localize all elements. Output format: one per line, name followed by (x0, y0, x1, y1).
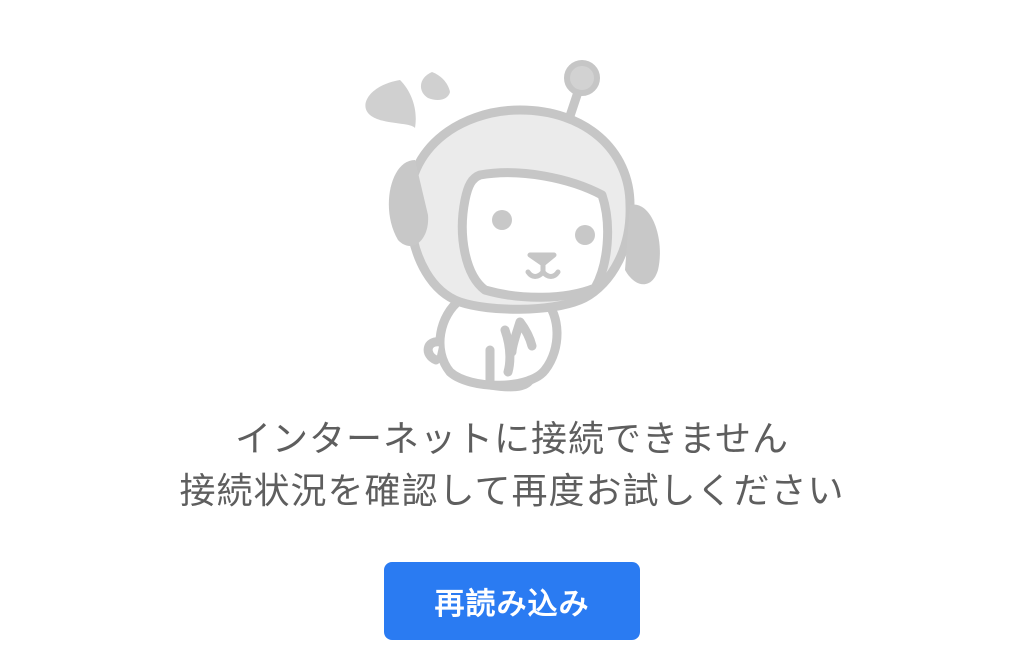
reload-button[interactable]: 再読み込み (384, 562, 640, 640)
error-message-secondary: 接続状況を確認して再度お試しください (179, 471, 845, 512)
offline-error-screen: インターネットに接続できません 接続状況を確認して再度お試しください 再読み込み (0, 0, 1024, 660)
confused-dog-mascot-icon (365, 60, 660, 392)
error-message-primary: インターネットに接続できません (235, 419, 789, 460)
